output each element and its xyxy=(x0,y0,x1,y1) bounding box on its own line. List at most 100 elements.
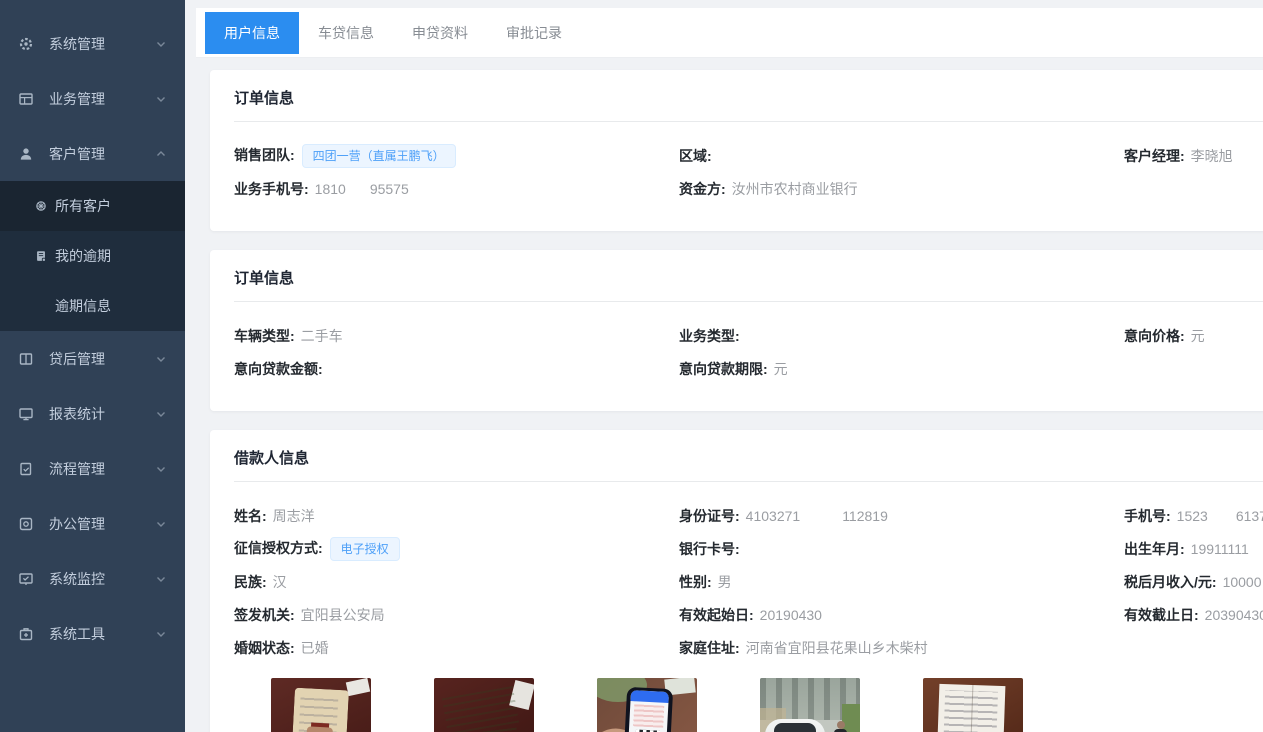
chevron-down-icon xyxy=(155,628,167,640)
wheel-icon xyxy=(34,199,48,213)
sidebar-item-process-mgmt[interactable]: 流程管理 xyxy=(0,441,185,496)
gear-icon xyxy=(18,36,34,52)
user-icon xyxy=(18,146,34,162)
field-value: 20390430 xyxy=(1205,607,1263,623)
field-label: 意向贷款期限: xyxy=(679,361,768,377)
field-row: 征信授权方式:电子授权银行卡号:出生年月:19911111 xyxy=(234,532,1263,565)
field-label: 意向价格: xyxy=(1124,328,1185,344)
field-label: 婚姻状态: xyxy=(234,640,295,656)
sidebar-item-label: 流程管理 xyxy=(49,459,155,479)
field-value: 20190430 xyxy=(760,607,822,623)
field-account-manager: 客户经理:李晓旭 xyxy=(1124,146,1263,166)
card-order-info-2: 订单信息车辆类型:二手车业务类型:意向价格:元意向贷款金额:意向贷款期限:元 xyxy=(210,250,1263,411)
book-icon xyxy=(18,351,34,367)
field-value: 15236137 xyxy=(1177,508,1263,524)
field-value: 4103271112819 xyxy=(746,508,888,524)
doc-edit-icon xyxy=(18,461,34,477)
tab-user-info[interactable]: 用户信息 xyxy=(205,12,299,54)
id-card-photo[interactable] xyxy=(271,678,371,732)
green-booklet-photo[interactable] xyxy=(434,678,534,732)
field-row: 意向贷款金额:意向贷款期限:元 xyxy=(234,352,1263,385)
tag-sales-team: 四团一营（直属王鹏飞） xyxy=(302,144,456,168)
sidebar-item-label: 业务管理 xyxy=(49,89,155,109)
photo-thumbnails: 人像面 户口本照片 授权二维码 人车合影 其他材料 xyxy=(271,678,1263,732)
field-funder: 资金方:汝州市农村商业银行 xyxy=(679,179,1124,199)
card-order-info-1: 订单信息销售团队:四团一营（直属王鹏飞）区域:客户经理:李晓旭业务手机号:181… xyxy=(210,70,1263,231)
field-value: 181095575 xyxy=(315,181,409,197)
field-value: 周志洋 xyxy=(273,508,315,524)
sidebar-item-report-stats[interactable]: 报表统计 xyxy=(0,386,185,441)
field-valid-to: 有效截止日: 20390430 xyxy=(1124,605,1263,625)
thumbnail-green-booklet[interactable]: 户口本照片 xyxy=(434,678,534,732)
sidebar-subitem-my-overdue[interactable]: 我的逾期 xyxy=(0,231,185,281)
sidebar-item-customer-mgmt[interactable]: 客户管理 xyxy=(0,126,185,181)
field-sales-team: 销售团队: 四团一营（直属王鹏飞） xyxy=(234,144,679,168)
field-value: 已婚 xyxy=(301,640,329,656)
field-mobile: 手机号: 15236137 xyxy=(1124,506,1263,526)
field-label: 签发机关: xyxy=(234,607,295,623)
field-label: 车辆类型: xyxy=(234,328,295,344)
monitor-icon xyxy=(18,406,34,422)
sidebar-item-label: 系统工具 xyxy=(49,624,155,644)
chevron-down-icon xyxy=(155,573,167,585)
field-value: 李晓旭 xyxy=(1191,148,1233,164)
field-name: 姓名:周志洋 xyxy=(234,506,679,526)
field-vehicle-type: 车辆类型: 二手车 xyxy=(234,326,679,346)
tab-car-loan-info[interactable]: 车贷信息 xyxy=(299,12,393,54)
field-bank-card: 银行卡号: xyxy=(679,539,1124,559)
field-label: 销售团队: xyxy=(234,147,295,163)
sidebar-item-system-mgmt[interactable]: 系统管理 xyxy=(0,16,185,71)
field-row: 销售团队:四团一营（直属王鹏飞）区域:客户经理:李晓旭 xyxy=(234,139,1263,172)
field-business-phone: 业务手机号:181095575 xyxy=(234,179,679,199)
sidebar-item-system-monitor[interactable]: 系统监控 xyxy=(0,551,185,606)
field-value: 19911111 xyxy=(1191,541,1249,557)
field-row: 业务手机号:181095575资金方:汝州市农村商业银行 xyxy=(234,172,1263,205)
thumbnail-id-card[interactable]: 人像面 xyxy=(271,678,371,732)
tab-loan-docs[interactable]: 申贷资料 xyxy=(393,12,487,54)
thumbnail-paper-doc[interactable]: 其他材料 xyxy=(923,678,1023,732)
sidebar-item-post-loan-mgmt[interactable]: 贷后管理 xyxy=(0,331,185,386)
toolbox-icon xyxy=(18,626,34,642)
id-card-photo-content xyxy=(291,688,349,732)
chevron-up-icon xyxy=(155,148,167,160)
sidebar-item-label: 系统管理 xyxy=(49,34,155,54)
tab-approval-records[interactable]: 审批记录 xyxy=(487,12,581,54)
field-label: 家庭住址: xyxy=(679,640,740,656)
sidebar-item-system-tools[interactable]: 系统工具 xyxy=(0,606,185,661)
redaction-blob xyxy=(347,181,369,196)
field-label: 银行卡号: xyxy=(679,541,740,557)
notebook-icon xyxy=(34,249,48,263)
field-label: 资金方: xyxy=(679,181,726,197)
sidebar-item-label: 贷后管理 xyxy=(49,349,155,369)
field-label: 有效截止日: xyxy=(1124,607,1199,623)
phone-qr-photo[interactable] xyxy=(597,678,697,732)
field-label: 税后月收入/元: xyxy=(1124,574,1217,590)
card-title: 借款人信息 xyxy=(210,430,1263,481)
tab-bar: 用户信息车贷信息申贷资料审批记录 xyxy=(196,8,1263,58)
redaction-blob xyxy=(801,508,841,523)
sidebar: 系统管理业务管理客户管理所有客户我的逾期逾期信息贷后管理报表统计流程管理办公管理… xyxy=(0,0,185,732)
field-gender: 性别:男 xyxy=(679,572,1124,592)
field-label: 手机号: xyxy=(1124,508,1171,524)
field-id-number: 身份证号:4103271112819 xyxy=(679,506,1124,526)
field-label: 业务类型: xyxy=(679,328,740,344)
car-person-photo[interactable] xyxy=(760,678,860,732)
sidebar-item-office-mgmt[interactable]: 办公管理 xyxy=(0,496,185,551)
field-ethnicity: 民族:汉 xyxy=(234,572,679,592)
field-value: 男 xyxy=(718,574,732,590)
submenu-customer-mgmt: 所有客户我的逾期逾期信息 xyxy=(0,181,185,331)
sidebar-item-business-mgmt[interactable]: 业务管理 xyxy=(0,71,185,126)
thumbnail-car-person[interactable]: 人车合影 xyxy=(760,678,860,732)
wheel-icon xyxy=(34,199,48,213)
sidebar-subitem-all-customers[interactable]: 所有客户 xyxy=(0,181,185,231)
field-intent-loan-amount: 意向贷款金额: xyxy=(234,359,679,379)
field-intent-price: 意向价格:元 xyxy=(1124,326,1263,346)
sidebar-subitem-label: 逾期信息 xyxy=(55,296,111,316)
field-value: 二手车 xyxy=(301,328,343,344)
paper-doc-photo[interactable] xyxy=(923,678,1023,732)
field-row: 车辆类型: 二手车 业务类型: 意向价格:元 xyxy=(234,319,1263,352)
field-value: 宜阳县公安局 xyxy=(301,607,385,623)
chevron-down-icon xyxy=(155,463,167,475)
thumbnail-phone-qr[interactable]: 授权二维码 xyxy=(597,678,697,732)
sidebar-subitem-overdue-info[interactable]: 逾期信息 xyxy=(0,281,185,331)
